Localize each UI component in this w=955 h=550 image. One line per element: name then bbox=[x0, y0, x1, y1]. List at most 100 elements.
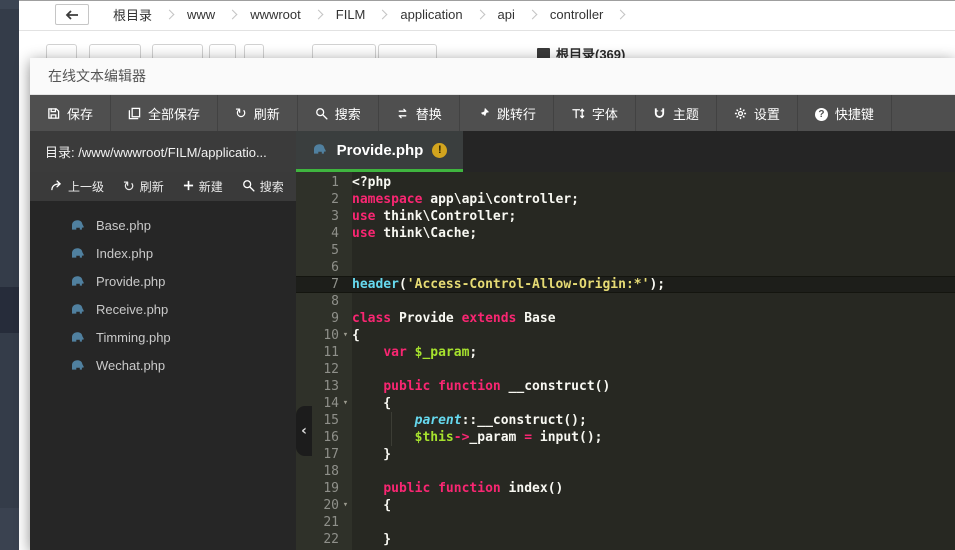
toolbar-button-hotkeys[interactable]: ?快捷键 bbox=[798, 95, 892, 131]
clipped-button[interactable] bbox=[312, 44, 376, 58]
breadcrumb-item[interactable]: 根目录 bbox=[103, 5, 162, 24]
code-line-12[interactable]: 12 bbox=[296, 361, 955, 378]
breadcrumb-item[interactable]: wwwroot bbox=[240, 7, 311, 22]
code-text: { bbox=[352, 327, 360, 344]
code-line-14[interactable]: 14▾ { bbox=[296, 395, 955, 412]
folder-icon bbox=[537, 48, 550, 58]
toolbar-button-jump-line[interactable]: 跳转行 bbox=[460, 95, 554, 131]
line-number: 18 bbox=[296, 463, 339, 480]
code-line-7[interactable]: 7header('Access-Control-Allow-Origin:*')… bbox=[296, 276, 955, 293]
toolbar-button-font[interactable]: 字体 bbox=[554, 95, 636, 131]
code-text: class Provide extends Base bbox=[352, 310, 556, 327]
code-line-9[interactable]: 9class Provide extends Base bbox=[296, 310, 955, 327]
fold-arrow-icon[interactable]: ▾ bbox=[339, 497, 352, 514]
fold-gutter bbox=[339, 412, 352, 429]
theme-icon bbox=[653, 107, 666, 120]
code-text: use think\Cache; bbox=[352, 225, 477, 242]
file-item-timming.php[interactable]: Timming.php bbox=[30, 323, 296, 351]
code-editor[interactable]: 1<?php2namespace app\api\controller;3use… bbox=[296, 172, 955, 550]
modal-title: 在线文本编辑器 bbox=[48, 66, 146, 86]
file-tree-toolbar: 上一级 ↻刷新 新建 搜索 bbox=[30, 172, 296, 201]
editor-toolbar: 保存全部保存↻刷新搜索替换跳转行字体主题设置?快捷键 bbox=[30, 95, 955, 131]
toolbar-button-theme[interactable]: 主题 bbox=[636, 95, 717, 131]
file-item-provide.php[interactable]: Provide.php bbox=[30, 267, 296, 295]
file-item-index.php[interactable]: Index.php bbox=[30, 239, 296, 267]
code-line-19[interactable]: 19 public function index() bbox=[296, 480, 955, 497]
code-line-8[interactable]: 8 bbox=[296, 293, 955, 310]
tree-action-refresh[interactable]: ↻刷新 bbox=[123, 178, 164, 195]
code-line-3[interactable]: 3use think\Controller; bbox=[296, 208, 955, 225]
toolbar-button-refresh[interactable]: ↻刷新 bbox=[218, 95, 298, 131]
indent-guide bbox=[391, 412, 392, 446]
tree-action-plus[interactable]: 新建 bbox=[183, 178, 223, 195]
toolbar-button-save-all[interactable]: 全部保存 bbox=[111, 95, 218, 131]
clipped-button[interactable] bbox=[152, 44, 203, 58]
app-left-sidebar[interactable] bbox=[0, 0, 19, 550]
breadcrumb-item[interactable]: www bbox=[177, 7, 225, 22]
breadcrumb-item[interactable]: application bbox=[390, 7, 472, 22]
code-text: namespace app\api\controller; bbox=[352, 191, 579, 208]
tree-action-up-level[interactable]: 上一级 bbox=[50, 178, 104, 195]
clipped-button[interactable] bbox=[46, 44, 77, 58]
line-number: 20 bbox=[296, 497, 339, 514]
chevron-right-icon bbox=[313, 10, 323, 20]
clipped-button[interactable] bbox=[378, 44, 437, 58]
save-all-icon bbox=[128, 107, 141, 120]
refresh-icon: ↻ bbox=[123, 180, 135, 194]
code-line-15[interactable]: 15 parent::__construct(); bbox=[296, 412, 955, 429]
code-line-4[interactable]: 4use think\Cache; bbox=[296, 225, 955, 242]
root-dir-count-label[interactable]: 根目录(369) bbox=[537, 44, 625, 58]
clipped-button[interactable] bbox=[209, 44, 236, 58]
code-line-22[interactable]: 22 } bbox=[296, 531, 955, 548]
tab-provide-php[interactable]: Provide.php ! bbox=[296, 131, 463, 172]
line-number: 11 bbox=[296, 344, 339, 361]
fold-arrow-icon[interactable]: ▾ bbox=[339, 327, 352, 344]
code-line-16[interactable]: 16 $this->_param = input(); bbox=[296, 429, 955, 446]
breadcrumb-item[interactable]: FILM bbox=[326, 7, 376, 22]
code-line-6[interactable]: 6 bbox=[296, 259, 955, 276]
fold-arrow-icon[interactable]: ▾ bbox=[339, 395, 352, 412]
code-line-13[interactable]: 13 public function __construct() bbox=[296, 378, 955, 395]
code-text: } bbox=[352, 531, 391, 548]
code-line-2[interactable]: 2 namespace app\api\controller; bbox=[296, 191, 955, 208]
file-item-receive.php[interactable]: Receive.php bbox=[30, 295, 296, 323]
tree-action-search[interactable]: 搜索 bbox=[242, 178, 284, 195]
back-button[interactable] bbox=[55, 4, 89, 25]
clipped-button[interactable] bbox=[244, 44, 264, 58]
toolbar-button-replace[interactable]: 替换 bbox=[379, 95, 460, 131]
code-line-18[interactable]: 18 bbox=[296, 463, 955, 480]
warning-icon[interactable]: ! bbox=[432, 143, 447, 158]
toolbar-button-search[interactable]: 搜索 bbox=[298, 95, 379, 131]
line-number: 5 bbox=[296, 242, 339, 259]
collapse-panel-handle[interactable]: ‹ bbox=[296, 406, 312, 456]
editor-body: 上一级 ↻刷新 新建 搜索 Base.phpIndex.phpProvide.phpR… bbox=[30, 172, 955, 550]
file-list: Base.phpIndex.phpProvide.phpReceive.phpT… bbox=[30, 201, 296, 379]
refresh-icon: ↻ bbox=[235, 106, 247, 121]
line-number: 3 bbox=[296, 208, 339, 225]
code-line-10[interactable]: 10▾{ bbox=[296, 327, 955, 344]
line-number: 2 bbox=[296, 191, 339, 208]
breadcrumb-item[interactable]: controller bbox=[540, 7, 613, 22]
code-line-17[interactable]: 17 } bbox=[296, 446, 955, 463]
modal-header: 在线文本编辑器 bbox=[30, 58, 955, 95]
code-text: } bbox=[352, 446, 391, 463]
toolbar-button-settings[interactable]: 设置 bbox=[717, 95, 798, 131]
clipped-button[interactable] bbox=[89, 44, 141, 58]
code-line-20[interactable]: 20▾ { bbox=[296, 497, 955, 514]
chevron-right-icon bbox=[616, 10, 626, 20]
file-item-base.php[interactable]: Base.php bbox=[30, 211, 296, 239]
path-and-tabs-row: 目录: /www/wwwroot/FILM/applicatio... Prov… bbox=[30, 131, 955, 172]
file-item-wechat.php[interactable]: Wechat.php bbox=[30, 351, 296, 379]
font-icon bbox=[571, 107, 585, 120]
code-line-11[interactable]: 11 var $_param; bbox=[296, 344, 955, 361]
fold-gutter bbox=[339, 310, 352, 327]
breadcrumb-item[interactable]: api bbox=[488, 7, 525, 22]
code-line-1[interactable]: 1<?php bbox=[296, 174, 955, 191]
toolbar-button-save[interactable]: 保存 bbox=[30, 95, 111, 131]
chevron-right-icon bbox=[527, 10, 537, 20]
chevron-right-icon bbox=[165, 10, 175, 20]
code-line-5[interactable]: 5 bbox=[296, 242, 955, 259]
code-line-21[interactable]: 21 bbox=[296, 514, 955, 531]
line-number: 8 bbox=[296, 293, 339, 310]
fold-gutter bbox=[339, 463, 352, 480]
